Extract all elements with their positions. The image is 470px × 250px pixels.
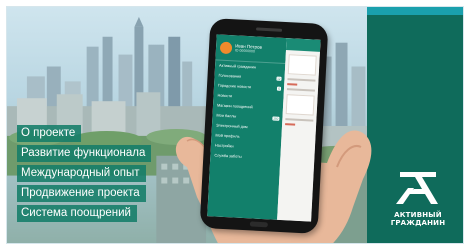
project-menu: О проекте Развитие функционала Междунаро… xyxy=(17,125,167,222)
content-line-accent xyxy=(287,83,298,86)
drawer-item-label: Магазин поощрений xyxy=(216,103,253,110)
drawer-item-label: Активный гражданин xyxy=(218,63,257,70)
drawer-header: Иван Петров ID 00000000 xyxy=(215,34,287,65)
content-line xyxy=(285,118,314,122)
drawer-item-label: Мой профиль xyxy=(215,133,240,139)
drawer-item-label: Городские новости xyxy=(217,83,252,90)
menu-item-promotion[interactable]: Продвижение проекта xyxy=(17,185,146,202)
logo-line-1: АКТИВНЫЙ xyxy=(394,211,442,219)
smartphone: Иван Петров ID 00000000 Активный граждан… xyxy=(199,18,329,234)
menu-item-about[interactable]: О проекте xyxy=(17,125,82,142)
content-line xyxy=(286,88,315,92)
drawer-item-label: Служба заботы xyxy=(214,153,242,159)
logo-line-2: ГРАЖДАНИН xyxy=(390,219,446,227)
phone-screen: Иван Петров ID 00000000 Активный граждан… xyxy=(207,34,321,222)
content-line xyxy=(287,78,316,82)
logo: АКТИВНЫЙ ГРАЖДАНИН xyxy=(383,168,453,227)
drawer-item-badge: 5 xyxy=(277,86,282,91)
drawer-item-label: Новости xyxy=(217,93,233,99)
user-block: Иван Петров ID 00000000 xyxy=(235,43,262,53)
home-button[interactable] xyxy=(249,221,268,228)
app-drawer: Иван Петров ID 00000000 Активный граждан… xyxy=(207,34,287,220)
drawer-item-badge: 250 xyxy=(272,116,280,121)
drawer-item-badge: 12 xyxy=(276,76,282,81)
logo-icon xyxy=(396,172,438,204)
avatar xyxy=(219,41,233,54)
content-header xyxy=(286,38,321,52)
menu-item-international[interactable]: Международный опыт xyxy=(17,165,146,182)
drawer-item-label: Мои баллы xyxy=(216,113,237,119)
accent-strip xyxy=(367,7,463,15)
user-id: ID 00000000 xyxy=(234,48,256,54)
drawer-item-label: Голосования xyxy=(218,73,242,79)
menu-item-rewards[interactable]: Система поощрений xyxy=(17,205,137,222)
drawer-item-label: Электронный дом xyxy=(215,123,248,130)
logo-wordmark: АКТИВНЫЙ ГРАЖДАНИН xyxy=(391,211,446,227)
content-line-accent xyxy=(285,123,296,126)
drawer-list: Активный гражданин Голосования 12 Городские… xyxy=(210,60,285,164)
content-card xyxy=(287,54,317,76)
drawer-item-label: Настройки xyxy=(214,143,234,149)
menu-item-development[interactable]: Развитие функционала xyxy=(17,145,152,162)
promo-banner: АКТИВНЫЙ ГРАЖДАНИН О проекте Развитие фу… xyxy=(6,6,464,244)
content-card xyxy=(285,94,315,116)
phone-speaker xyxy=(255,27,283,32)
